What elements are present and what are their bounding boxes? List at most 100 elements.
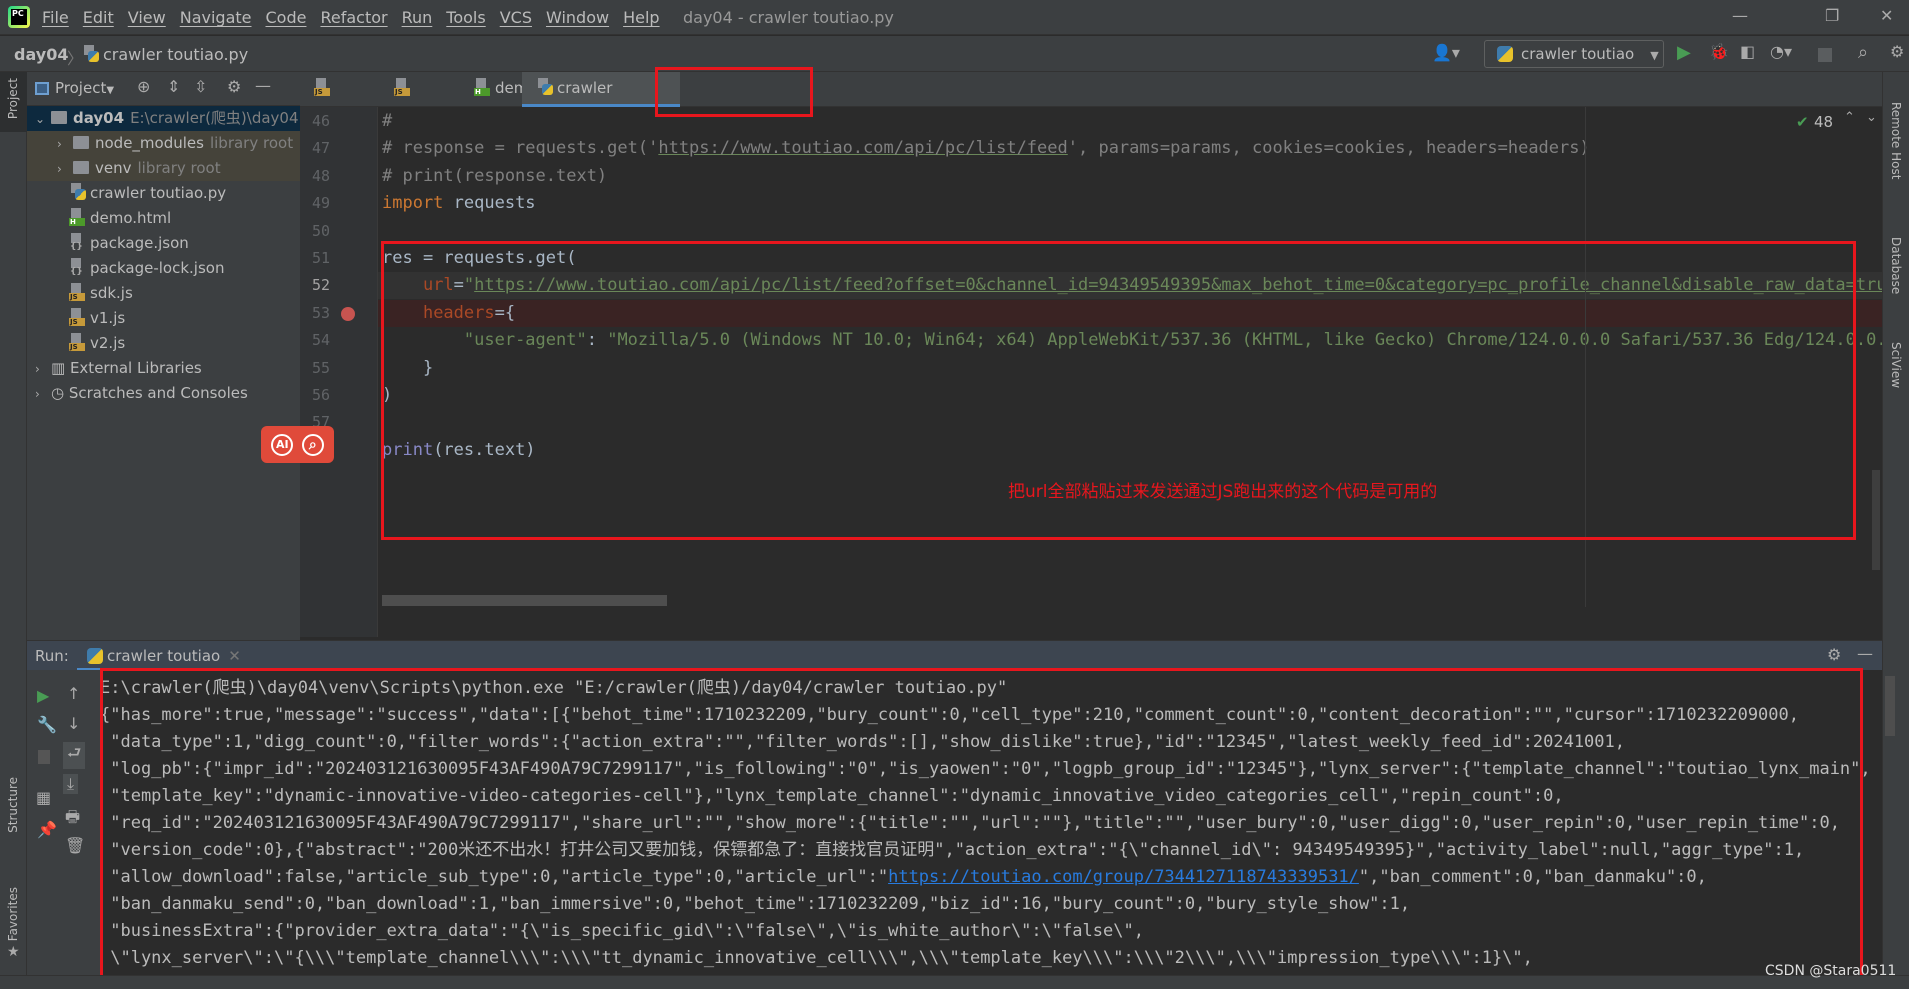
menu-code[interactable]: Code [266, 8, 307, 27]
user-icon[interactable]: 👤▾ [1432, 43, 1460, 62]
horizontal-scrollbar[interactable] [382, 595, 667, 606]
breadcrumb-file[interactable]: crawler toutiao.py [82, 45, 248, 64]
scroll-to-end-icon[interactable]: ⤓ [63, 774, 79, 794]
menu-file[interactable]: File [42, 8, 69, 27]
run-tab[interactable]: crawler toutiao ✕ [77, 641, 251, 671]
project-tool-button[interactable]: Project [0, 72, 27, 132]
run-configuration-select[interactable]: crawler toutiao ▼ [1484, 40, 1664, 68]
tree-item[interactable]: › node_modules library root [27, 131, 300, 156]
tab-v1-js[interactable]: JSv1.js✕ [300, 72, 380, 130]
line-number: 55 [311, 358, 330, 377]
tree-item[interactable]: JS v1.js [27, 306, 300, 331]
tree-item[interactable]: crawler toutiao.py [27, 181, 300, 206]
structure-tool-button[interactable]: Structure [6, 777, 20, 833]
breadcrumb-project[interactable]: day04 [14, 45, 68, 64]
settings-gear-icon[interactable]: ⚙ [1890, 42, 1904, 61]
code-line[interactable]: # response = requests.get('https://www.t… [382, 135, 1590, 162]
python-file-icon [82, 45, 99, 63]
stop-icon[interactable] [38, 750, 50, 764]
project-view-select[interactable]: Project▼ [55, 79, 114, 97]
remote-host-tool-button[interactable]: Remote Host [1889, 102, 1903, 179]
search-icon[interactable]: ⌕ [1858, 42, 1868, 63]
layout-icon[interactable]: ▦ [36, 788, 51, 807]
scroll-down-icon[interactable]: ↓ [67, 714, 80, 733]
minimize-button[interactable]: — [1732, 6, 1748, 25]
console-scrollbar[interactable] [1885, 676, 1895, 736]
code-line[interactable]: # print(response.text) [382, 163, 607, 190]
menu-window[interactable]: Window [546, 8, 609, 27]
run-settings-icon[interactable]: ⚙ [1827, 645, 1841, 664]
html-file-icon: H [474, 78, 490, 96]
close-button[interactable]: ✕ [1880, 6, 1893, 25]
inspection-ok-icon[interactable]: ✔ [1796, 113, 1809, 131]
panel-settings-icon[interactable]: ⚙ [227, 77, 241, 96]
code-token: # [382, 111, 393, 131]
python-icon [87, 648, 103, 664]
hide-run-panel-icon[interactable]: — [1857, 644, 1873, 663]
expand-all-icon[interactable]: ⇕ [167, 77, 180, 96]
js-file-icon: JS [69, 333, 85, 351]
json-file-icon: {} [69, 258, 85, 277]
tree-item[interactable]: {} package-lock.json [27, 256, 300, 281]
inspection-count[interactable]: 48 [1814, 113, 1833, 131]
menu-help[interactable]: Help [623, 8, 659, 27]
close-tab-icon[interactable]: ✕ [228, 647, 241, 665]
previous-highlight-icon[interactable]: ⌃ [1844, 110, 1855, 125]
window-title: day04 - crawler toutiao.py [683, 8, 894, 27]
status-bar [0, 975, 1909, 989]
menu-run[interactable]: Run [402, 8, 433, 27]
menu-vcs[interactable]: VCS [500, 8, 532, 27]
tree-item[interactable]: › ▥ External Libraries [27, 356, 300, 381]
tree-item[interactable]: JS sdk.js [27, 281, 300, 306]
menu-navigate[interactable]: Navigate [180, 8, 252, 27]
tree-item-label: v2.js [90, 334, 126, 352]
sciview-tool-button[interactable]: SciView [1889, 342, 1903, 388]
chevron-down-icon[interactable]: ⌄ [35, 107, 51, 131]
tree-item[interactable]: ⌄ day04 E:\crawler(爬虫)\day04 [27, 106, 300, 131]
chevron-right-icon[interactable]: › [57, 157, 73, 181]
chevron-right-icon[interactable]: › [35, 357, 51, 381]
tree-item[interactable]: JS v2.js [27, 331, 300, 356]
highlight-box-console [100, 668, 1863, 978]
tree-item[interactable]: › ◷ Scratches and Consoles [27, 381, 300, 406]
coverage-icon[interactable]: ◧ [1740, 42, 1755, 61]
wrench-icon[interactable]: 🔧 [37, 715, 57, 734]
chevron-right-icon[interactable]: › [35, 382, 51, 406]
json-file-icon: {} [69, 233, 85, 252]
run-icon[interactable]: ▶ [1677, 42, 1691, 63]
menu-refactor[interactable]: Refactor [320, 8, 387, 27]
scroll-up-icon[interactable]: ↑ [67, 684, 80, 703]
collapse-all-icon[interactable]: ⇳ [194, 77, 207, 96]
pin-icon[interactable]: 📌 [37, 820, 57, 839]
code-line[interactable]: # [382, 108, 392, 135]
main-menu: File Edit View Navigate Code Refactor Run Tools… [42, 8, 660, 27]
menu-edit[interactable]: Edit [83, 8, 114, 27]
rerun-icon[interactable]: ▶ [37, 686, 49, 705]
soft-wrap-icon[interactable]: ⮐ [63, 742, 86, 769]
tree-item-label: demo.html [90, 209, 172, 227]
stop-icon[interactable] [1818, 48, 1832, 62]
tree-item[interactable]: Hdemo.html [27, 206, 300, 231]
hide-panel-icon[interactable]: — [255, 76, 271, 95]
profile-icon[interactable]: ◔▾ [1770, 42, 1792, 61]
favorites-tool-button[interactable]: Favorites [6, 887, 20, 941]
scratches-icon: ◷ [51, 384, 69, 402]
breakpoint-icon[interactable] [341, 306, 355, 321]
search-icon: ⌕ [301, 433, 324, 456]
ai-assistant-badge[interactable]: AI ⌕ [261, 426, 334, 463]
vertical-scrollbar[interactable] [1872, 470, 1880, 570]
locate-icon[interactable]: ⊕ [137, 77, 150, 96]
debug-icon[interactable]: 🐞 [1709, 42, 1729, 61]
tree-item[interactable]: › venv library root [27, 156, 300, 181]
menu-tools[interactable]: Tools [446, 8, 485, 27]
tab-v2-js[interactable]: JSv2.js✕ [380, 72, 460, 130]
print-icon[interactable]: 🖶 [65, 806, 80, 833]
code-line[interactable]: import requests [382, 190, 536, 217]
tree-item[interactable]: {} package.json [27, 231, 300, 256]
delete-icon[interactable]: 🗑 [65, 836, 85, 855]
next-highlight-icon[interactable]: ⌄ [1866, 110, 1877, 125]
maximize-button[interactable]: ❐ [1825, 6, 1839, 25]
database-tool-button[interactable]: Database [1889, 237, 1903, 294]
menu-view[interactable]: View [128, 8, 166, 27]
chevron-right-icon[interactable]: › [57, 132, 73, 156]
